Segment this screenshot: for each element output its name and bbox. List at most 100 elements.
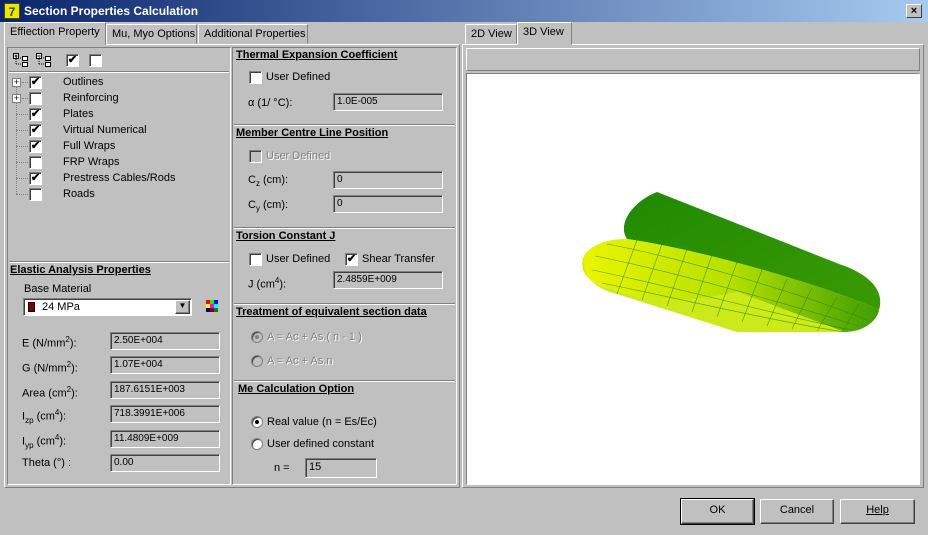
tree-line [16,146,28,147]
me-real-value-label: Real value (n = Es/Ec) [267,416,377,428]
tree-item-frp-wraps[interactable]: FRP Wraps [12,156,222,172]
tree-item-outlines[interactable]: + ✔ Outlines [12,76,222,92]
iyp-label: Iyp (cm4): [22,433,67,450]
checkbox[interactable] [29,156,42,169]
tab-label: 3D View [523,26,564,38]
theta-label: Theta (°) : [22,457,72,469]
tree-item-label: Virtual Numerical [63,124,147,136]
area-label: Area (cm2): [22,385,78,400]
tree-line [22,82,28,83]
cy-value: 0 [333,195,443,213]
me-user-defined-label: User defined constant [267,438,375,450]
tree-line [16,114,28,115]
section-divider [234,303,455,305]
tree-item-label: Outlines [63,76,104,88]
section-divider [234,380,455,382]
ok-button[interactable]: OK [680,498,755,525]
tree-item-reinforcing[interactable]: + Reinforcing [12,92,222,108]
3d-shape [582,192,881,333]
checkbox[interactable]: ✔ [29,108,42,121]
tab-label: Additional Properties [204,28,306,40]
tree-item-plates[interactable]: ✔ Plates [12,108,222,124]
window-title: Section Properties Calculation [24,4,199,18]
izp-value: 718.3991E+006 [110,405,220,423]
tab-3d-view[interactable]: 3D View [517,22,572,45]
checkbox[interactable]: ✔ [29,172,42,185]
expand-icon[interactable]: + [12,78,21,87]
collapse-tree-icon[interactable] [36,53,52,67]
base-material-label: Base Material [24,283,92,295]
checkbox[interactable]: ✔ [29,124,42,137]
tree-line [16,194,28,195]
tab-effiection-property[interactable]: Effiection Property [4,22,106,45]
checkbox[interactable]: ✔ [29,76,42,89]
expand-icon[interactable]: + [12,94,21,103]
j-label: J (cm4): [248,276,287,291]
tree-item-label: Reinforcing [63,92,119,104]
section-divider [9,261,229,263]
shear-transfer-checkbox[interactable]: ✔ [345,253,358,266]
member-title: Member Centre Line Position [236,127,389,139]
n-input[interactable]: 15 [305,458,377,478]
check-all-checkbox[interactable]: ✔ [66,54,79,67]
help-button[interactable]: Help [840,499,915,524]
tree-item-prestress-cables[interactable]: ✔ Prestress Cables/Rods [12,172,222,188]
iyp-value: 11.4809E+009 [110,430,220,448]
section-divider [234,227,455,229]
cy-label: Cy (cm): [248,199,289,214]
title-bar: 7 Section Properties Calculation × [0,0,928,22]
checkbox[interactable]: ✔ [29,140,42,153]
view-toolbar [466,48,920,71]
me-calc-title: Me Calculation Option [238,383,355,395]
torsion-title: Torsion Constant J [236,230,336,242]
g-label: G (N/mm2): [22,360,78,375]
tree-line [16,178,28,179]
tree-item-virtual-numerical[interactable]: ✔ Virtual Numerical [12,124,222,140]
chevron-down-icon[interactable]: ▼ [175,300,190,314]
j-value: 2.4859E+009 [333,271,443,289]
tree-line [16,162,28,163]
color-palette-icon[interactable] [205,299,219,313]
torsion-user-defined-checkbox[interactable] [249,253,262,266]
thermal-user-defined-checkbox[interactable] [249,71,262,84]
checkbox[interactable] [29,188,42,201]
tree-item-label: Plates [63,108,94,120]
close-icon[interactable]: × [906,4,922,18]
e-value: 2.50E+004 [110,332,220,350]
me-user-defined-radio[interactable] [251,438,263,450]
3d-view-canvas[interactable] [466,73,920,485]
torsion-user-defined-label: User Defined [266,253,331,265]
me-real-value-radio[interactable] [251,416,263,428]
section-divider [234,124,455,126]
tab-label: Effiection Property [10,26,100,38]
tab-additional-properties[interactable]: Additional Properties [198,24,308,44]
equiv-option-2-label: A = Ac + As.n [267,355,333,367]
cancel-button[interactable]: Cancel [760,499,834,524]
equiv-option-2-radio[interactable] [251,355,263,367]
equiv-option-1-radio[interactable] [251,331,263,343]
toolbar-divider [9,71,229,73]
area-value: 187.6151E+003 [110,381,220,399]
expand-tree-icon[interactable] [13,53,29,67]
base-material-select[interactable]: 24 MPa ▼ [23,298,192,316]
uncheck-all-checkbox[interactable] [89,54,102,67]
tree-item-full-wraps[interactable]: ✔ Full Wraps [12,140,222,156]
member-user-defined-checkbox[interactable] [249,150,262,163]
equiv-option-1-label: A = Ac + As.( n - 1 ) [267,331,362,343]
tree-item-label: FRP Wraps [63,156,120,168]
tree-item-label: Full Wraps [63,140,116,152]
shear-transfer-label: Shear Transfer [362,253,435,265]
tab-2d-view[interactable]: 2D View [465,24,517,44]
cz-value: 0 [333,171,443,189]
thermal-user-defined-label: User Defined [266,71,331,83]
thermal-title: Thermal Expansion Coefficient [236,49,398,61]
tree-item-label: Prestress Cables/Rods [63,172,176,184]
tree-item-roads[interactable]: Roads [12,188,222,204]
checkbox[interactable] [29,92,42,105]
izp-label: Izp (cm4): [22,408,67,425]
n-label: n = [274,462,290,474]
tab-label: 2D View [471,28,512,40]
tab-mu-myo-options[interactable]: Mu, Myo Options [106,24,197,44]
alpha-label: α (1/ °C): [248,97,293,109]
tree-line [16,130,28,131]
